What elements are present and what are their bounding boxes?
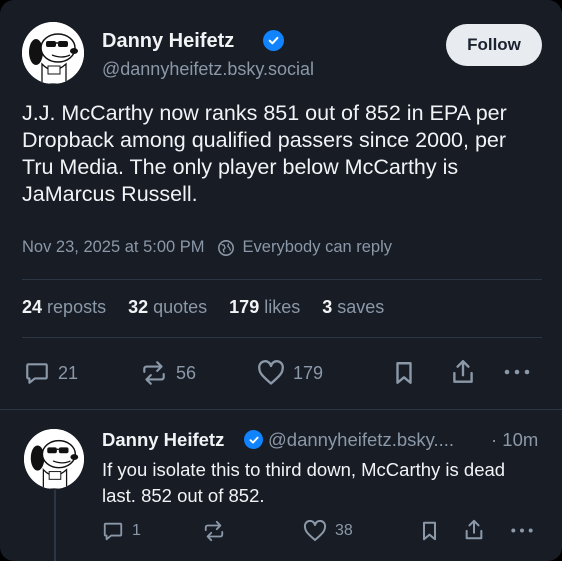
snoopy-avatar-icon <box>24 429 84 489</box>
repost-count: 56 <box>176 362 197 383</box>
stat-quotes[interactable]: 32 quotes <box>128 297 207 318</box>
follow-button[interactable]: Follow <box>446 24 542 66</box>
reply-like-count: 38 <box>335 522 353 539</box>
repost-button[interactable]: 56 <box>140 360 196 386</box>
author-avatar[interactable] <box>22 22 84 84</box>
post-text: J.J. McCarthy now ranks 851 out of 852 i… <box>22 101 507 206</box>
stat-saves[interactable]: 3 saves <box>322 297 384 318</box>
speech-bubble-icon <box>103 522 123 541</box>
bookmark-icon <box>396 362 412 384</box>
verified-check-icon <box>263 30 284 51</box>
repost-arrows-icon <box>204 520 224 542</box>
share-icon <box>465 519 483 540</box>
verified-check-icon <box>244 430 263 449</box>
reply-time[interactable]: · 10m <box>491 429 538 451</box>
reply-setting-label: Everybody can reply <box>242 238 393 256</box>
reply-button[interactable]: 21 <box>24 360 78 386</box>
bookmark-button[interactable] <box>393 360 415 386</box>
post-meta: Nov 23, 2025 at 5:00 PM Everybody can re… <box>22 238 392 257</box>
heart-icon <box>258 360 284 385</box>
reply-author-avatar[interactable] <box>24 429 84 489</box>
more-button[interactable] <box>502 367 532 377</box>
snoopy-avatar-icon <box>22 22 84 84</box>
divider <box>22 337 542 338</box>
reply-repost-button[interactable] <box>202 520 226 542</box>
repost-arrows-icon <box>143 361 165 385</box>
stat-reposts[interactable]: 24 reposts <box>22 297 106 318</box>
reply-text: If you isolate this to third down, McCar… <box>102 459 506 506</box>
reply-more-button[interactable] <box>509 526 535 535</box>
reply-like-button[interactable]: 38 <box>303 520 353 542</box>
reply-reply-count: 1 <box>132 522 141 539</box>
post-card: Danny Heifetz @dannyheifetz.bsky.social … <box>0 0 562 561</box>
more-dots-icon <box>511 528 533 533</box>
stat-likes[interactable]: 179 likes <box>229 297 300 318</box>
reply-reply-button[interactable]: 1 <box>102 520 141 542</box>
reply-count: 21 <box>58 362 79 383</box>
post-stats: 24 reposts 32 quotes 179 likes 3 saves <box>22 297 384 318</box>
divider <box>22 279 542 280</box>
author-handle[interactable]: @dannyheifetz.bsky.social <box>102 59 314 80</box>
more-dots-icon <box>504 369 530 375</box>
reply-author-handle[interactable]: @dannyheifetz.bsky.... <box>268 429 454 451</box>
like-button[interactable]: 179 <box>257 360 323 386</box>
author-name[interactable]: Danny Heifetz <box>102 30 234 53</box>
share-button[interactable] <box>450 358 476 386</box>
divider <box>0 409 562 410</box>
reply-author-name[interactable]: Danny Heifetz <box>102 429 224 451</box>
post-timestamp[interactable]: Nov 23, 2025 at 5:00 PM <box>22 238 205 257</box>
bookmark-icon <box>422 521 437 541</box>
speech-bubble-icon <box>26 363 48 384</box>
thread-line <box>54 490 56 561</box>
like-count: 179 <box>293 362 324 383</box>
heart-icon <box>303 520 327 541</box>
reply-share-button[interactable] <box>463 518 485 542</box>
reply-setting[interactable]: Everybody can reply <box>217 238 393 257</box>
reply-bookmark-button[interactable] <box>420 520 439 542</box>
globe-icon <box>217 239 234 256</box>
share-icon <box>453 360 473 383</box>
